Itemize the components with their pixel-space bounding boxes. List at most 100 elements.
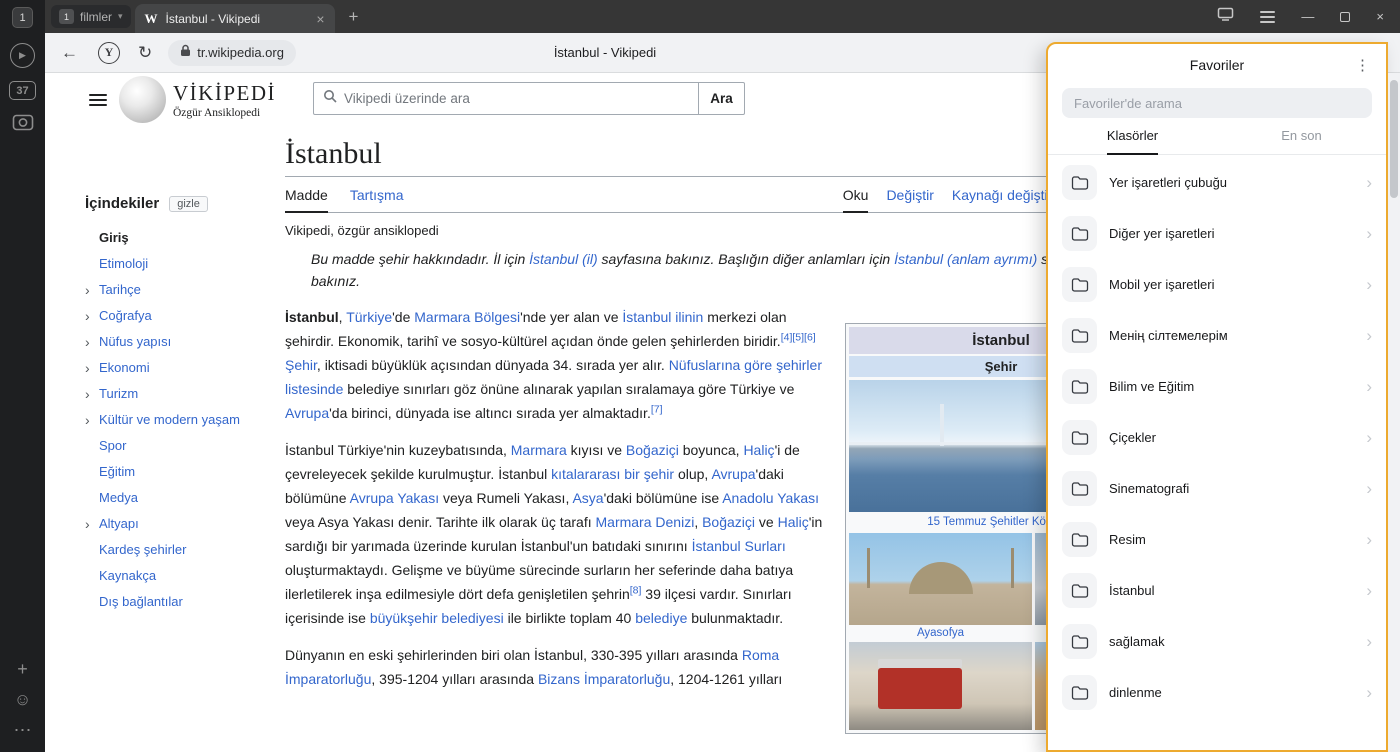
- tab-tartisma[interactable]: Tartışma: [350, 187, 404, 203]
- wiki-link[interactable]: Marmara: [511, 442, 567, 458]
- toc-item-nufus[interactable]: ›Nüfus yapısı: [85, 329, 285, 355]
- tab-degistir[interactable]: Değiştir: [886, 187, 933, 203]
- expand-icon[interactable]: ›: [85, 277, 90, 303]
- minimize-window-button[interactable]: —: [1301, 10, 1314, 23]
- browser-menu-icon[interactable]: [1260, 11, 1275, 23]
- wiki-link[interactable]: Avrupa: [285, 405, 329, 421]
- wiki-link[interactable]: Boğaziçi: [702, 514, 755, 530]
- wiki-link[interactable]: İstanbul (anlam ayrımı): [894, 251, 1037, 267]
- folder-row[interactable]: Çiçekler ›: [1048, 412, 1386, 463]
- wiki-search-box[interactable]: [313, 82, 699, 115]
- folder-row[interactable]: Менің сілтемелерім ›: [1048, 310, 1386, 361]
- tram-body-shape: [878, 668, 962, 708]
- wiki-link[interactable]: Anadolu Yakası: [722, 490, 819, 506]
- expand-icon[interactable]: ›: [85, 329, 90, 355]
- reference-link[interactable]: [7]: [651, 403, 663, 415]
- wiki-link[interactable]: Boğaziçi: [626, 442, 679, 458]
- wiki-link[interactable]: Marmara Denizi: [596, 514, 695, 530]
- toc-item-kardes[interactable]: Kardeş şehirler: [85, 537, 285, 563]
- text-segment: 'daki bölümüne ise: [604, 490, 723, 506]
- tab-en-son[interactable]: En son: [1217, 128, 1386, 154]
- wikipedia-wordmark[interactable]: VİKİPEDİ Özgür Ansiklopedi: [173, 81, 276, 119]
- counter-badge[interactable]: 37: [9, 81, 36, 100]
- wikipedia-logo[interactable]: [119, 76, 166, 123]
- toc-item-altyapi[interactable]: ›Altyapı: [85, 511, 285, 537]
- toc-item-giris[interactable]: Giriş: [85, 225, 285, 251]
- page-scrollbar[interactable]: [1388, 73, 1400, 752]
- tab-group-filmler[interactable]: 1 filmler ▾: [51, 5, 131, 28]
- toc-item-spor[interactable]: Spor: [85, 433, 285, 459]
- wiki-link[interactable]: belediye: [635, 610, 687, 626]
- toc-item-tarihce[interactable]: ›Tarihçe: [85, 277, 285, 303]
- wiki-link[interactable]: İstanbul ilinin: [622, 309, 703, 325]
- tab-stack-badge[interactable]: 1: [12, 7, 33, 28]
- tab-oku[interactable]: Oku: [843, 187, 869, 203]
- folder-row[interactable]: Resim ›: [1048, 514, 1386, 565]
- wiki-link[interactable]: Haliç: [743, 442, 774, 458]
- wikipedia-favicon-icon: W: [145, 11, 158, 27]
- feedback-smiley-icon[interactable]: ☺: [14, 691, 31, 708]
- wiki-link[interactable]: Avrupa Yakası: [350, 490, 440, 506]
- toc-item-dis-baglantilar[interactable]: Dış bağlantılar: [85, 589, 285, 615]
- screenshot-icon[interactable]: [12, 112, 34, 137]
- reference-link[interactable]: [4][5][6]: [781, 331, 816, 343]
- text-segment: 'de: [392, 309, 414, 325]
- folder-row[interactable]: Diğer yer işaretleri ›: [1048, 208, 1386, 259]
- wiki-link[interactable]: Asya: [572, 490, 603, 506]
- folder-row[interactable]: İstanbul ›: [1048, 565, 1386, 616]
- folder-row[interactable]: dinlenme ›: [1048, 667, 1386, 718]
- reference-link[interactable]: [8]: [630, 584, 642, 596]
- more-options-icon[interactable]: ⋯: [14, 721, 32, 739]
- favorites-search-input[interactable]: [1062, 88, 1372, 118]
- toc-item-cografya[interactable]: ›Coğrafya: [85, 303, 285, 329]
- expand-icon[interactable]: ›: [85, 303, 90, 329]
- folder-row[interactable]: Sinematografi ›: [1048, 463, 1386, 514]
- wiki-link[interactable]: Bizans İmparatorluğu: [538, 671, 670, 687]
- folder-row[interactable]: Mobil yer işaretleri ›: [1048, 259, 1386, 310]
- wiki-link[interactable]: kıtalararası bir şehir: [551, 466, 674, 482]
- wiki-link[interactable]: Şehir: [285, 357, 317, 373]
- tab-madde[interactable]: Madde: [285, 187, 328, 203]
- tab-istanbul-vikipedi[interactable]: W İstanbul - Vikipedi ×: [135, 4, 335, 33]
- wiki-search-button[interactable]: Ara: [699, 82, 745, 115]
- close-window-button[interactable]: ×: [1376, 10, 1384, 23]
- devices-icon[interactable]: [1217, 7, 1234, 26]
- wiki-link[interactable]: Haliç: [778, 514, 809, 530]
- wiki-link[interactable]: İstanbul Surları: [692, 538, 786, 554]
- infobox-caption-ayasofya[interactable]: Ayasofya: [849, 627, 1032, 639]
- toc-item-etimoloji[interactable]: Etimoloji: [85, 251, 285, 277]
- wiki-search-input[interactable]: [344, 91, 689, 106]
- toc-hide-button[interactable]: gizle: [169, 196, 208, 212]
- infobox-image-tram[interactable]: [849, 642, 1032, 730]
- wiki-menu-icon[interactable]: [89, 94, 107, 106]
- folder-row[interactable]: Bilim ve Eğitim ›: [1048, 361, 1386, 412]
- toc-item-kaynakca[interactable]: Kaynakça: [85, 563, 285, 589]
- new-tab-button[interactable]: +: [349, 7, 359, 27]
- wiki-link[interactable]: İstanbul (il): [529, 251, 597, 267]
- close-tab-icon[interactable]: ×: [316, 11, 324, 27]
- expand-icon[interactable]: ›: [85, 407, 90, 433]
- expand-icon[interactable]: ›: [85, 381, 90, 407]
- expand-icon[interactable]: ›: [85, 511, 90, 537]
- toc-item-ekonomi[interactable]: ›Ekonomi: [85, 355, 285, 381]
- wiki-link[interactable]: Türkiye: [346, 309, 392, 325]
- wiki-link[interactable]: Marmara Bölgesi: [414, 309, 520, 325]
- infobox-image-ayasofya[interactable]: [849, 533, 1032, 625]
- play-icon[interactable]: ▶: [10, 43, 35, 68]
- toc-item-egitim[interactable]: Eğitim: [85, 459, 285, 485]
- toc-item-medya[interactable]: Medya: [85, 485, 285, 511]
- tab-kaynagi-degistir[interactable]: Kaynağı değiştir: [952, 187, 1052, 203]
- kebab-menu-icon[interactable]: ⋮: [1355, 56, 1370, 74]
- folder-row[interactable]: sağlamak ›: [1048, 616, 1386, 667]
- toc-item-kultur[interactable]: ›Kültür ve modern yaşam: [85, 407, 285, 433]
- tab-klasorler[interactable]: Klasörler: [1048, 128, 1217, 154]
- folder-row[interactable]: Yer işaretleri çubuğu ›: [1048, 157, 1386, 208]
- wiki-link[interactable]: Avrupa: [711, 466, 755, 482]
- add-panel-icon[interactable]: +: [17, 660, 28, 678]
- toc-item-turizm[interactable]: ›Turizm: [85, 381, 285, 407]
- maximize-window-button[interactable]: [1340, 12, 1350, 22]
- scrollbar-thumb[interactable]: [1390, 80, 1398, 198]
- chevron-right-icon: ›: [1366, 479, 1372, 499]
- expand-icon[interactable]: ›: [85, 355, 90, 381]
- wiki-link[interactable]: büyükşehir belediyesi: [370, 610, 504, 626]
